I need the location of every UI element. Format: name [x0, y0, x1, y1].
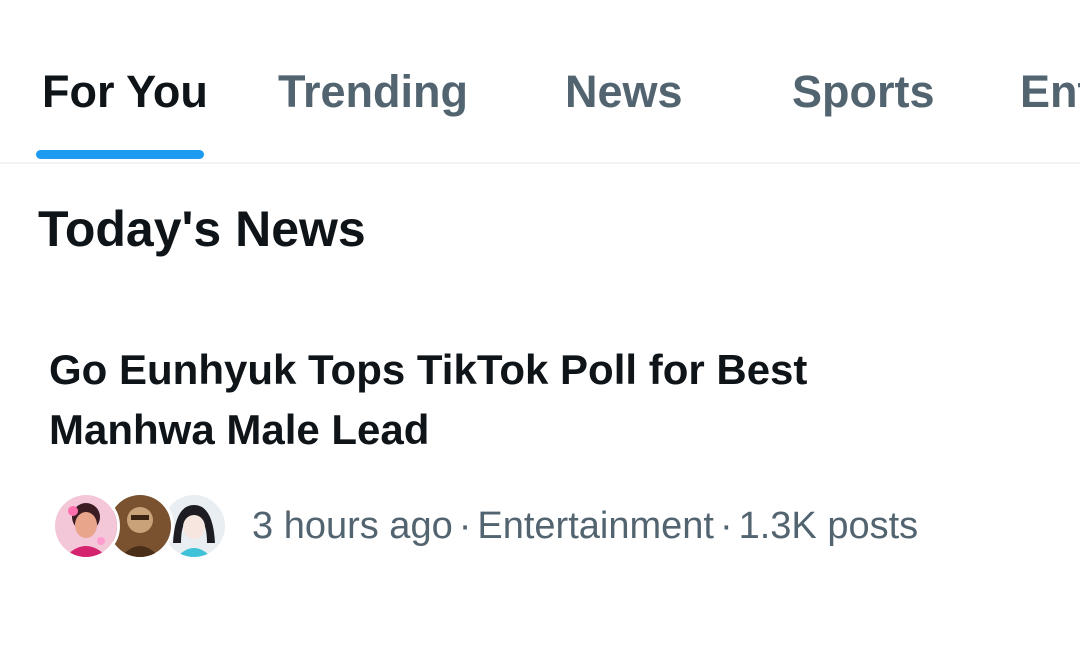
news-category: Entertainment: [477, 505, 714, 547]
avatar: [52, 492, 120, 560]
meta-separator: ·: [458, 505, 472, 547]
news-headline[interactable]: Go Eunhyuk Tops TikTok Poll for Best Man…: [49, 340, 909, 460]
section-title: Today's News: [38, 201, 366, 257]
avatar-pink-portrait-image: [55, 495, 117, 557]
tab-bar: For You Trending News Sports Entertainme…: [0, 0, 1080, 164]
tab-news[interactable]: News: [565, 66, 683, 118]
tab-entertainment[interactable]: Entertainment: [1020, 66, 1080, 118]
news-item[interactable]: Go Eunhyuk Tops TikTok Poll for Best Man…: [0, 320, 1080, 590]
tab-trending[interactable]: Trending: [278, 66, 468, 118]
news-post-count: 1.3K posts: [738, 505, 919, 547]
news-meta: 3 hours ago · Entertainment · 1.3K posts: [252, 504, 918, 548]
tab-sports[interactable]: Sports: [792, 66, 935, 118]
tab-for-you[interactable]: For You: [42, 66, 208, 118]
avatar-group: [52, 492, 232, 560]
meta-separator: ·: [719, 505, 733, 547]
active-tab-indicator: [36, 150, 204, 159]
news-time: 3 hours ago: [252, 505, 453, 547]
